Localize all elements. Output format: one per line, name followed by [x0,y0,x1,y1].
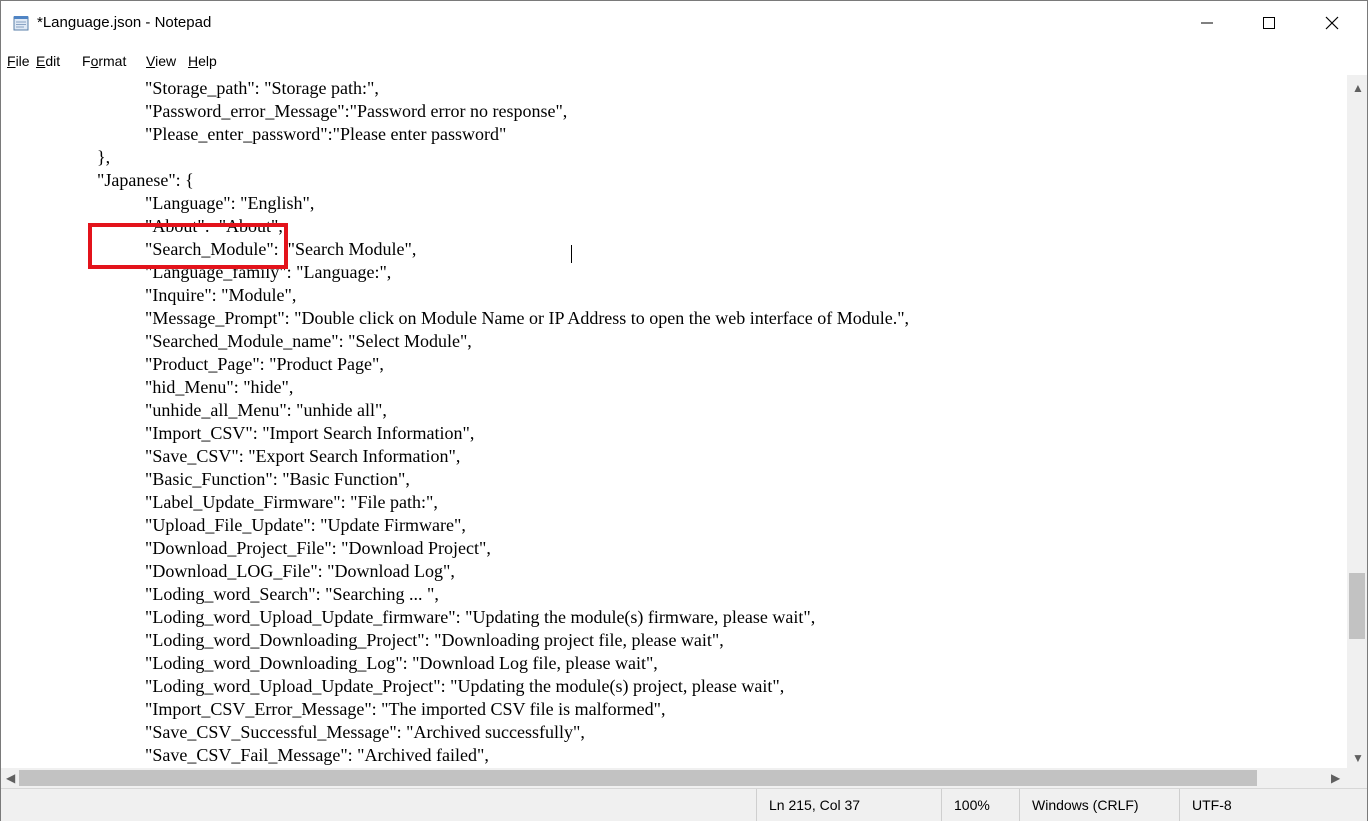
scroll-up-icon[interactable]: ▲ [1352,81,1364,95]
text-line: "Loding_word_Downloading_Log": "Download… [145,653,658,673]
maximize-button[interactable] [1246,1,1292,45]
text-line: "Inquire": "Module", [145,285,297,305]
close-button[interactable] [1309,1,1355,45]
title-bar[interactable]: *Language.json - Notepad [1,1,1367,45]
text-line: "Japanese": { [97,170,194,190]
horizontal-scrollbar[interactable]: ◀ ▶ [1,768,1347,788]
window-title: *Language.json - Notepad [37,14,212,31]
text-caret [571,245,572,263]
text-line: "Product_Page": "Product Page", [145,354,384,374]
status-position: Ln 215, Col 37 [756,789,941,821]
text-line: "Import_CSV_Error_Message": "The importe… [145,699,666,719]
text-line: "Save_CSV": "Export Search Information", [145,446,461,466]
text-line: "unhide_all_Menu": "unhide all", [145,400,387,420]
text-line: "Save_CSV_Fail_Message": "Archived faile… [145,745,489,765]
text-line: "hid_Menu": "hide", [145,377,294,397]
text-line: "Message_Prompt": "Double click on Modul… [145,308,910,328]
scroll-right-icon[interactable]: ▶ [1331,771,1340,785]
text-line: "Loding_word_Downloading_Project": "Down… [145,630,724,650]
scroll-down-icon[interactable]: ▼ [1352,751,1364,765]
text-line: "Save_CSV_Successful_Message": "Archived… [145,722,585,742]
text-line: }, [97,147,111,167]
status-bar: Ln 215, Col 37 100% Windows (CRLF) UTF-8 [1,788,1367,821]
text-line: "Loding_word_Upload_Update_firmware": "U… [145,607,816,627]
status-zoom: 100% [941,789,1019,821]
text-line: "Language": "English", [145,193,315,213]
text-line: "Basic_Function": "Basic Function", [145,469,410,489]
maximize-icon [1263,17,1275,29]
text-line: "Loding_word_Search": "Searching ... ", [145,584,439,604]
minimize-button[interactable] [1184,1,1230,45]
scrollbar-corner [1347,768,1367,788]
text-line: "Please_enter_password":"Please enter pa… [145,124,507,144]
notepad-app-icon [13,16,29,31]
scroll-left-icon[interactable]: ◀ [6,771,15,785]
text-line: "Import_CSV": "Import Search Information… [145,423,475,443]
text-line: "Password_error_Message":"Password error… [145,101,568,121]
notepad-window: *Language.json - Notepad File Edit Forma… [0,0,1368,821]
horizontal-scroll-thumb[interactable] [19,770,1257,786]
menu-format[interactable]: Format [82,53,126,69]
vertical-scroll-thumb[interactable] [1349,573,1365,639]
menu-file[interactable]: File [7,53,30,69]
text-line: "Label_Update_Firmware": "File path:", [145,492,438,512]
vertical-scrollbar[interactable]: ▲ ▼ [1347,75,1367,768]
text-line: "Loding_word_Upload_Update_Project": "Up… [145,676,785,696]
menu-view[interactable]: View [146,53,176,69]
status-line-ending: Windows (CRLF) [1019,789,1179,821]
menu-bar: File Edit Format View Help [1,51,1367,75]
status-encoding: UTF-8 [1179,789,1347,821]
text-editor[interactable]: "Storage_path": "Storage path:", "Passwor… [1,75,1347,768]
text-line: "Upload_File_Update": "Update Firmware", [145,515,466,535]
menu-edit[interactable]: Edit [36,53,60,69]
annotation-highlight-box [88,223,288,269]
text-line: "Searched_Module_name": "Select Module", [145,331,472,351]
text-line: "Storage_path": "Storage path:", [145,78,379,98]
minimize-icon [1201,22,1213,24]
close-icon [1325,16,1339,30]
menu-help[interactable]: Help [188,53,217,69]
text-line: "Download_LOG_File": "Download Log", [145,561,455,581]
text-line: "Download_Project_File": "Download Proje… [145,538,491,558]
